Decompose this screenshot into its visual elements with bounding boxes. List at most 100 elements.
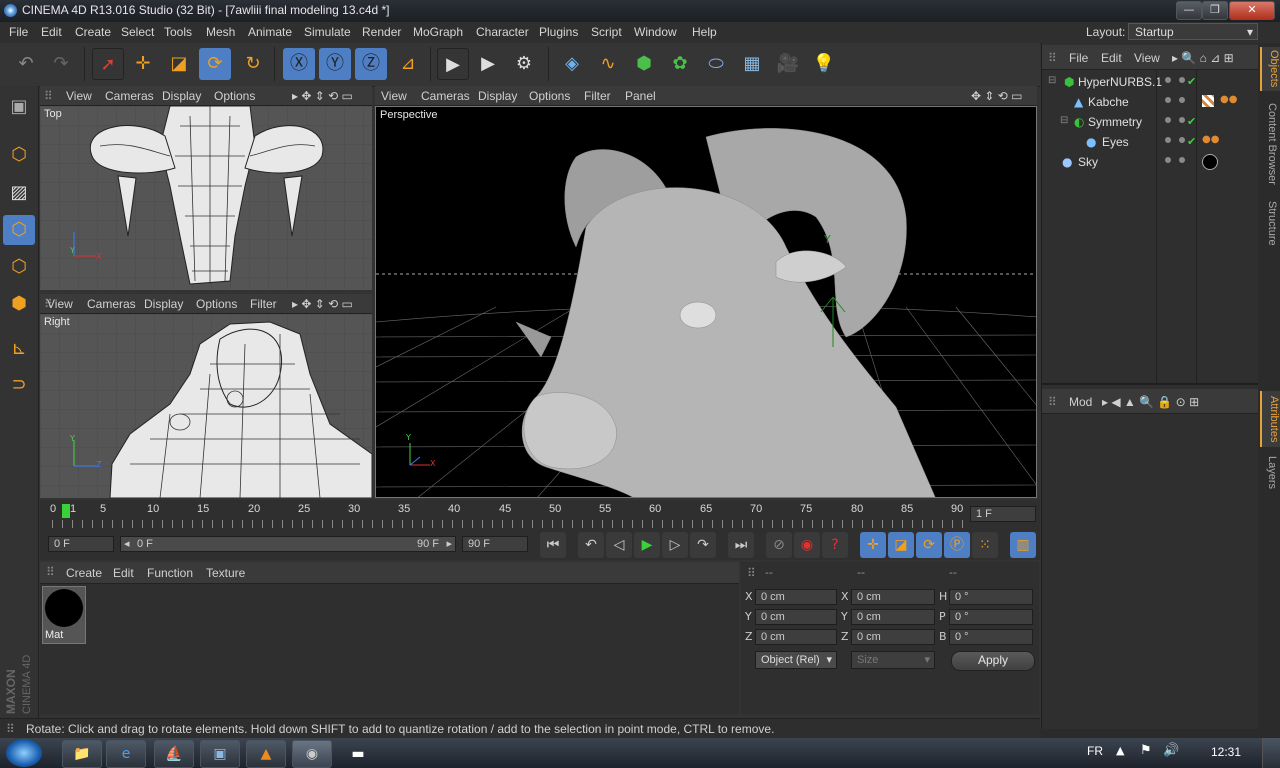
rotation-p-field[interactable]: 0 ° xyxy=(949,609,1033,625)
array-icon[interactable]: ✿ xyxy=(664,48,696,80)
attributes-mode-menu[interactable]: Mod xyxy=(1069,395,1092,409)
tab-layers[interactable]: Layers xyxy=(1260,455,1278,491)
vp-top-nav-icons[interactable]: ▸ ✥ ⇕ ⟲ ▭ xyxy=(292,89,353,103)
rotate-icon[interactable]: ⟳ xyxy=(199,48,231,80)
cube-primitive-icon[interactable]: ◈ xyxy=(556,48,588,80)
menu-tools[interactable]: Tools xyxy=(164,25,192,39)
maximize-button[interactable]: ❐ xyxy=(1202,1,1228,20)
show-hidden-icons-icon[interactable]: ▲ xyxy=(1116,744,1124,757)
start-button[interactable] xyxy=(6,739,42,767)
vp-top-cameras-menu[interactable]: Cameras xyxy=(105,89,154,103)
edges-mode-icon[interactable]: ⬡ xyxy=(3,252,35,282)
menu-window[interactable]: Window xyxy=(634,25,677,39)
enabled-check-icon[interactable]: ✔ xyxy=(1187,115,1196,128)
network-taskbar-icon[interactable]: ⛵ xyxy=(154,740,194,768)
spline-icon[interactable]: ∿ xyxy=(592,48,624,80)
timeline-window-icon[interactable]: ▥ xyxy=(1010,532,1036,558)
prev-key-icon[interactable]: ↶ xyxy=(578,532,604,558)
menu-script[interactable]: Script xyxy=(591,25,622,39)
vp-persp-options-menu[interactable]: Options xyxy=(529,89,570,103)
vp-top-display-menu[interactable]: Display xyxy=(162,89,201,103)
next-key-icon[interactable]: ↷ xyxy=(690,532,716,558)
key-rotation-icon[interactable]: ⟳ xyxy=(916,532,942,558)
nurbs-icon[interactable]: ⬢ xyxy=(628,48,660,80)
vp-top-options-menu[interactable]: Options xyxy=(214,89,255,103)
viewport-right[interactable]: Right Y Z xyxy=(40,314,372,498)
om-view-menu[interactable]: View xyxy=(1134,51,1160,65)
vp-persp-display-menu[interactable]: Display xyxy=(478,89,517,103)
om-file-menu[interactable]: File xyxy=(1069,51,1088,65)
tag-icon[interactable]: ●● xyxy=(1202,134,1219,145)
vp-right-cameras-menu[interactable]: Cameras xyxy=(87,297,136,311)
scale-y-field[interactable]: 0 cm xyxy=(851,609,935,625)
menu-file[interactable]: File xyxy=(9,25,28,39)
clock[interactable]: 12:31 xyxy=(1211,745,1241,759)
z-axis-lock-icon[interactable]: Ⓩ xyxy=(355,48,387,80)
record-keys-icon[interactable]: ⊘ xyxy=(766,532,792,558)
menu-simulate[interactable]: Simulate xyxy=(304,25,351,39)
play-icon[interactable]: ▶ xyxy=(634,532,660,558)
render-picture-viewer-icon[interactable]: ▶ xyxy=(472,48,504,80)
vp-persp-cameras-menu[interactable]: Cameras xyxy=(421,89,470,103)
menu-plugins[interactable]: Plugins xyxy=(539,25,578,39)
points-mode-icon[interactable]: ⬡ xyxy=(3,215,35,245)
object-row-sky[interactable]: ● Sky xyxy=(1046,152,1257,172)
prev-frame-icon[interactable]: ◁ xyxy=(606,532,632,558)
enabled-check-icon[interactable]: ✔ xyxy=(1187,135,1196,148)
key-parameter-icon[interactable]: Ⓟ xyxy=(944,532,970,558)
menu-create[interactable]: Create xyxy=(75,25,111,39)
minimize-button[interactable]: — xyxy=(1176,1,1202,20)
texture-tag-icon[interactable] xyxy=(1202,95,1214,107)
rotation-b-field[interactable]: 0 ° xyxy=(949,629,1033,645)
menu-edit[interactable]: Edit xyxy=(41,25,62,39)
mm-function-menu[interactable]: Function xyxy=(147,566,193,580)
render-view-icon[interactable]: ▶ xyxy=(437,48,469,80)
object-row-eyes[interactable]: ● Eyes ✔ ●● xyxy=(1046,132,1257,152)
vp-right-display-menu[interactable]: Display xyxy=(144,297,183,311)
mm-create-menu[interactable]: Create xyxy=(66,566,102,580)
light-icon[interactable]: 💡 xyxy=(808,48,840,80)
layout-select[interactable]: Startup ▾ xyxy=(1128,23,1258,40)
vp-persp-nav-icons[interactable]: ✥ ⇕ ⟲ ▭ xyxy=(971,89,1023,103)
vlc-taskbar-icon[interactable]: ▲ xyxy=(246,740,286,768)
model-mode-icon[interactable]: ⬡ xyxy=(3,140,35,170)
tag-icon[interactable]: ●● xyxy=(1220,94,1237,105)
vp-top-view-menu[interactable]: View xyxy=(66,89,92,103)
next-frame-icon[interactable]: ▷ xyxy=(662,532,688,558)
y-axis-lock-icon[interactable]: Ⓨ xyxy=(319,48,351,80)
camera-icon[interactable]: 🎥 xyxy=(772,48,804,80)
tab-structure[interactable]: Structure xyxy=(1260,195,1278,251)
viewport-top[interactable]: Top Y X xyxy=(40,106,372,290)
autokey-icon[interactable]: ◉ xyxy=(794,532,820,558)
start-frame-field[interactable]: 0 F xyxy=(48,536,114,552)
position-y-field[interactable]: 0 cm xyxy=(755,609,837,625)
coordinate-mode-select[interactable]: Object (Rel) ▾ xyxy=(755,651,837,669)
menu-help[interactable]: Help xyxy=(692,25,717,39)
attributes-toolbar-icons[interactable]: ▸ ◀ ▲ 🔍 🔒 ⊙ ⊞ xyxy=(1102,395,1199,409)
tab-content-browser[interactable]: Content Browser xyxy=(1260,99,1278,189)
frame-field[interactable]: 1 F xyxy=(970,506,1036,522)
menu-render[interactable]: Render xyxy=(362,25,401,39)
floor-icon[interactable]: ▦ xyxy=(736,48,768,80)
x-axis-lock-icon[interactable]: Ⓧ xyxy=(283,48,315,80)
menu-mesh[interactable]: Mesh xyxy=(206,25,235,39)
scale-icon[interactable]: ◪ xyxy=(163,48,195,80)
enabled-check-icon[interactable]: ✔ xyxy=(1187,75,1196,88)
object-row-kabche[interactable]: ▲ Kabche ●● xyxy=(1046,92,1257,112)
snap-icon[interactable]: ⊃ xyxy=(3,370,35,400)
cinema4d-taskbar-icon[interactable]: ◉ xyxy=(292,740,332,768)
volume-icon[interactable]: 🔊 xyxy=(1163,743,1179,758)
language-indicator[interactable]: FR xyxy=(1087,744,1103,758)
recent-tools-icon[interactable]: ↻ xyxy=(237,48,269,80)
mm-edit-menu[interactable]: Edit xyxy=(113,566,134,580)
show-desktop-button[interactable] xyxy=(1262,738,1280,768)
explorer-taskbar-icon[interactable]: 📁 xyxy=(62,740,102,768)
position-x-field[interactable]: 0 cm xyxy=(755,589,837,605)
make-editable-icon[interactable]: ▣ xyxy=(3,92,35,122)
preview-range-slider[interactable]: ◂ 0 F 90 F ▸ xyxy=(120,536,456,552)
keyframe-selection-icon[interactable]: ? xyxy=(822,532,848,558)
material-tag-icon[interactable] xyxy=(1202,154,1218,170)
render-settings-icon[interactable]: ⚙ xyxy=(508,48,540,80)
undo-icon[interactable]: ↶ xyxy=(10,48,42,80)
close-button[interactable]: ✕ xyxy=(1229,1,1275,20)
